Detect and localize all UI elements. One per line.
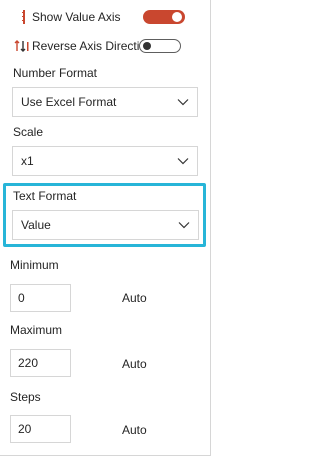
scale-value: x1 xyxy=(21,154,34,168)
toggle-knob xyxy=(172,12,182,22)
steps-input[interactable]: 20 xyxy=(10,415,71,443)
number-format-label: Number Format xyxy=(13,66,98,80)
maximum-label: Maximum xyxy=(10,323,63,337)
text-format-label: Text Format xyxy=(13,189,77,203)
show-value-axis-row: Show Value Axis xyxy=(16,7,198,27)
maximum-auto-label[interactable]: Auto xyxy=(122,357,147,371)
reverse-axis-icon xyxy=(12,38,32,54)
scale-label: Scale xyxy=(13,125,44,139)
text-format-dropdown[interactable]: Value xyxy=(12,210,199,240)
steps-auto-label[interactable]: Auto xyxy=(122,423,147,437)
axis-settings-panel: Show Value Axis Reverse Axis Direction N… xyxy=(0,0,211,456)
minimum-input[interactable]: 0 xyxy=(10,284,71,312)
chevron-down-icon xyxy=(178,222,190,229)
chevron-down-icon xyxy=(177,99,189,106)
chevron-down-icon xyxy=(177,158,189,165)
toggle-knob xyxy=(143,42,151,50)
number-format-dropdown[interactable]: Use Excel Format xyxy=(12,87,198,117)
show-value-axis-toggle[interactable] xyxy=(143,10,185,24)
number-format-value: Use Excel Format xyxy=(21,95,117,109)
minimum-auto-label[interactable]: Auto xyxy=(122,291,147,305)
maximum-input[interactable]: 220 xyxy=(10,349,71,377)
text-format-value: Value xyxy=(21,218,51,232)
scale-dropdown[interactable]: x1 xyxy=(12,146,198,176)
value-axis-icon xyxy=(16,9,32,25)
reverse-axis-toggle[interactable] xyxy=(139,39,181,53)
reverse-axis-row: Reverse Axis Direction xyxy=(12,36,198,56)
steps-label: Steps xyxy=(10,390,41,404)
minimum-label: Minimum xyxy=(10,258,59,272)
